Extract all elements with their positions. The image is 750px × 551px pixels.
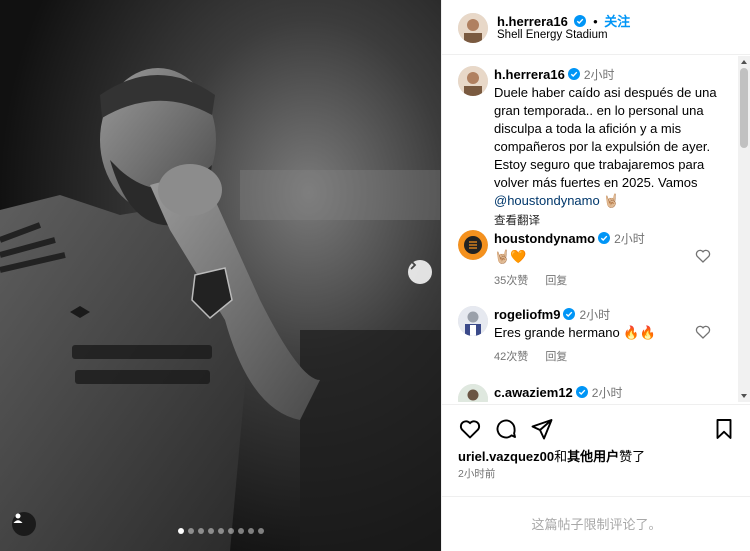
liked-by-suffix: 赞了 [619,449,646,464]
comment-time: 2小时 [579,308,611,322]
share-send-icon[interactable] [530,417,554,441]
author-avatar[interactable] [458,13,488,43]
comment-avatar[interactable] [458,306,488,336]
location-link[interactable]: Shell Energy Stadium [497,29,608,41]
chevron-right-icon [410,260,417,270]
mention-link[interactable]: @houstondynamo [494,193,600,208]
tagged-users-button[interactable] [12,512,36,536]
next-image-button[interactable] [408,260,432,284]
comment-meta: 35次赞 回复 [494,272,581,288]
post-details-panel: h.herrera16 • 关注 Shell Energy Stadium h.… [441,0,750,551]
scroll-up-arrow-icon[interactable] [741,60,747,64]
like-heart-icon[interactable] [458,417,482,441]
verified-badge-icon [567,68,580,80]
verified-badge-icon [563,308,576,320]
comment-username[interactable]: houstondynamo [494,231,595,246]
comment-likes[interactable]: 42次赞 [494,351,528,363]
comment-avatar[interactable] [458,230,488,260]
like-comment-heart-icon[interactable] [695,324,711,340]
like-comment-heart-icon[interactable] [695,248,711,264]
comment-body: c.awaziem12 2小时 [494,384,699,402]
comment-time: 2小时 [614,232,645,246]
carousel-dot [208,528,214,534]
comment-item: rogeliofm9 2小时 Eres grande hermano 🔥🔥 42次… [442,306,739,370]
bookmark-save-icon[interactable] [712,417,736,441]
post-timestamp[interactable]: 2小时前 [458,466,495,481]
liked-by-user[interactable]: uriel.vazquez00 [458,449,554,464]
carousel-dot [228,528,234,534]
comment-time: 2小时 [591,386,623,400]
post-actions-bar [442,404,750,446]
scroll-down-arrow-icon[interactable] [741,394,747,398]
avatar-image [458,13,488,43]
reply-button[interactable]: 回复 [545,275,567,287]
comment-item: c.awaziem12 2小时 [442,384,739,402]
caption-username[interactable]: h.herrera16 [494,67,565,82]
see-translation-link[interactable]: 查看翻译 [494,212,734,230]
follow-button[interactable]: 关注 [604,14,630,29]
verified-badge-icon [575,386,588,398]
separator: • [593,14,598,29]
carousel-dot [238,528,244,534]
post-header: h.herrera16 • 关注 Shell Energy Stadium [442,0,750,55]
author-username[interactable]: h.herrera16 [497,14,568,29]
comment-username[interactable]: c.awaziem12 [494,385,573,400]
comment-body: rogeliofm9 2小时 Eres grande hermano 🔥🔥 [494,306,699,342]
avatar-image [458,66,488,96]
carousel-indicator [178,528,264,534]
carousel-dot [258,528,264,534]
liked-by-text: uriel.vazquez00和其他用户赞了 [458,446,645,465]
comments-limited-notice: 这篇帖子限制评论了。 [442,496,750,551]
caption-text: Duele haber caído asi después de una gra… [494,85,717,190]
caption-emoji: 🤘🏼 [603,193,620,208]
comments-list[interactable]: h.herrera16 2小时 Duele haber caído asi des… [442,56,750,402]
houstondynamo-logo [458,230,488,260]
carousel-dot [198,528,204,534]
liked-by-and: 和 [554,449,568,464]
post-image [0,0,441,551]
carousel-dot [178,528,184,534]
comment-item: houstondynamo 2小时 🤘🏼🧡 35次赞 回复 [442,230,739,294]
scroll-thumb[interactable] [740,68,748,148]
avatar-image [458,384,488,402]
carousel-dot [188,528,194,534]
reply-button[interactable]: 回复 [545,351,567,363]
comment-username[interactable]: rogeliofm9 [494,307,560,322]
comment-avatar[interactable] [458,384,488,402]
comment-likes[interactable]: 35次赞 [494,275,528,287]
comments-scrollbar[interactable] [738,56,750,402]
comment-body: houstondynamo 2小时 🤘🏼🧡 [494,230,699,266]
comment-meta: 42次赞 回复 [494,348,581,364]
caption-time: 2小时 [583,68,615,82]
verified-badge-icon [574,15,587,27]
comment-text: 🤘🏼🧡 [494,249,527,264]
carousel-dot [248,528,254,534]
caption-author-avatar[interactable] [458,66,488,96]
post-caption: h.herrera16 2小时 Duele haber caído asi des… [494,66,734,230]
carousel-dot [218,528,224,534]
avatar-image [458,306,488,336]
person-icon [13,513,23,523]
comment-bubble-icon[interactable] [494,417,518,441]
comment-text: Eres grande hermano 🔥🔥 [494,325,656,340]
verified-badge-icon [598,232,611,244]
player-photo [0,0,441,551]
liked-by-others[interactable]: 其他用户 [567,449,619,464]
